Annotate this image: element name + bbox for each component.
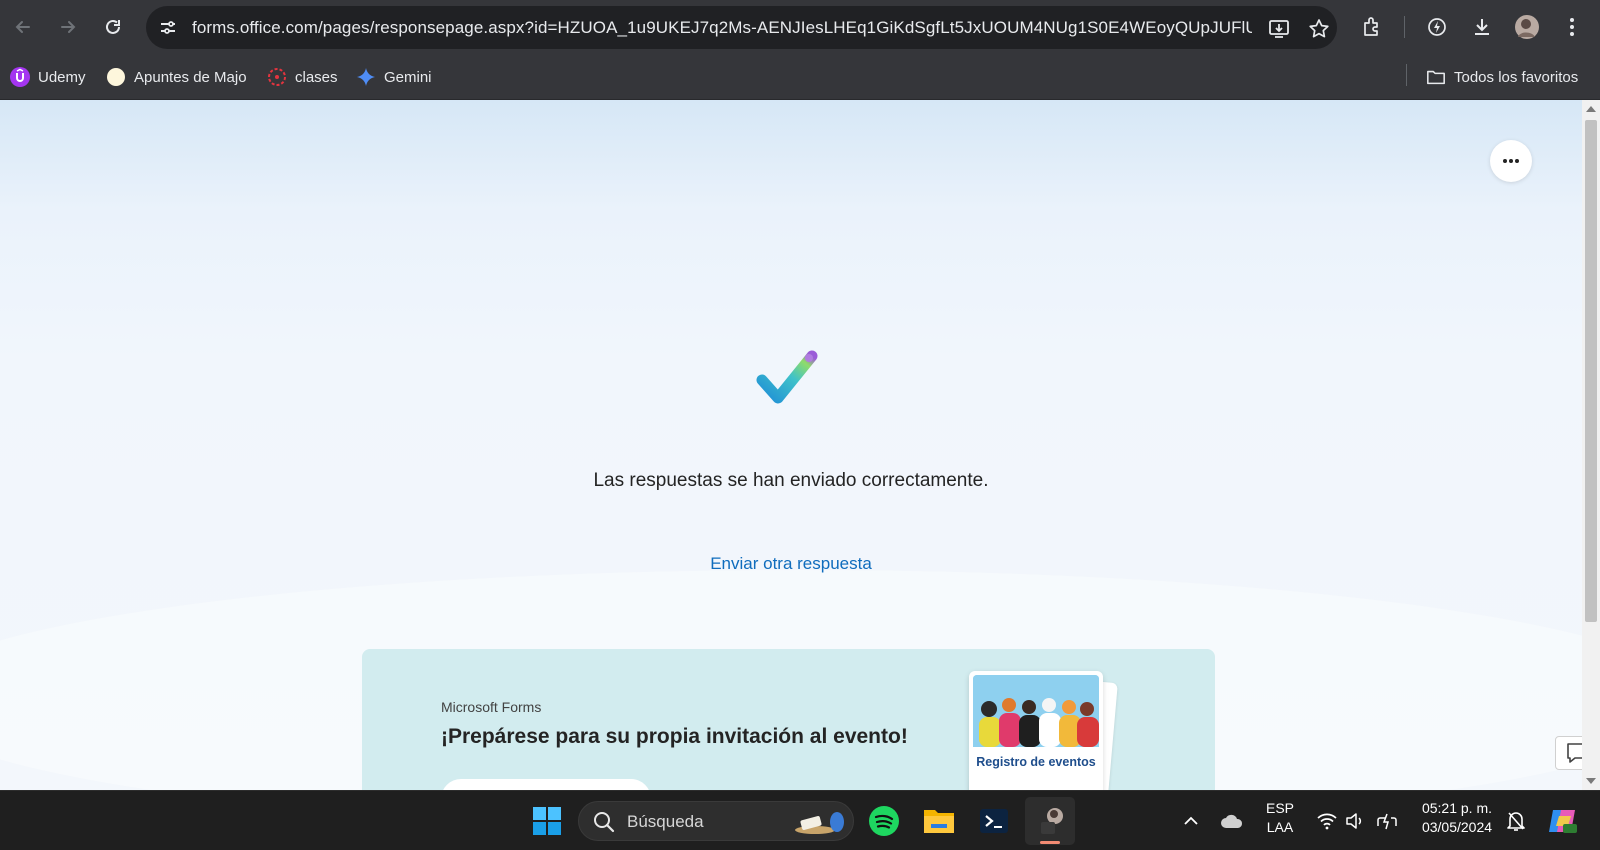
scrollbar-thumb[interactable] — [1585, 120, 1597, 622]
promo-banner: Microsoft Forms ¡Prepárese para su propi… — [362, 649, 1215, 790]
back-button[interactable] — [8, 12, 38, 42]
onedrive-icon[interactable] — [1212, 801, 1252, 841]
promo-headline: ¡Prepárese para su propia invitación al … — [441, 725, 908, 748]
card-title: Registro de eventos — [976, 755, 1096, 769]
address-bar[interactable]: forms.office.com/pages/responsepage.aspx… — [146, 6, 1337, 49]
language-code: ESP — [1265, 800, 1294, 816]
bookmark-clases[interactable]: clases — [267, 63, 338, 91]
file-explorer-icon[interactable] — [919, 801, 959, 841]
circle-icon — [106, 67, 126, 87]
windows-taskbar: Búsqueda ESP LAA 05:21 p. m. 03/05/2024 — [0, 790, 1600, 850]
star-icon[interactable] — [1306, 16, 1332, 42]
bookmark-udemy[interactable]: Udemy — [10, 63, 86, 91]
chrome-profile-taskbar-icon[interactable] — [1030, 801, 1070, 841]
install-app-icon[interactable] — [1266, 16, 1292, 42]
terminal-icon[interactable] — [974, 801, 1014, 841]
bookmarks-bar: Udemy Apuntes de Majo clases Gemini Todo… — [0, 55, 1600, 100]
udemy-icon — [10, 67, 30, 87]
bookmark-gemini[interactable]: Gemini — [356, 63, 432, 91]
clock-date: 03/05/2024 — [1421, 819, 1493, 835]
language-indicator[interactable]: ESP LAA — [1262, 799, 1298, 837]
forms-response-page: Las respuestas se han enviado correctame… — [0, 100, 1582, 790]
download-icon[interactable] — [1467, 12, 1497, 42]
active-app-indicator — [1040, 841, 1060, 844]
bookmark-label: Udemy — [38, 68, 86, 86]
more-options-button[interactable] — [1490, 140, 1532, 182]
url-text[interactable]: forms.office.com/pages/responsepage.aspx… — [192, 18, 1252, 38]
windows-logo-icon — [533, 807, 561, 835]
scroll-up-arrow[interactable] — [1586, 106, 1596, 112]
profile-avatar[interactable] — [1512, 12, 1542, 42]
page-scrollbar[interactable] — [1582, 100, 1600, 790]
send-another-response-link[interactable]: Enviar otra respuesta — [0, 554, 1582, 574]
promo-cta-button[interactable] — [441, 779, 651, 790]
reload-icon — [106, 19, 120, 34]
event-registration-card: Registro de eventos — [969, 671, 1103, 790]
battery-icon[interactable] — [1367, 801, 1407, 841]
clases-icon — [267, 67, 287, 87]
arrow-right-icon — [61, 21, 76, 33]
more-dots-icon — [1503, 159, 1519, 163]
performance-icon[interactable] — [1422, 12, 1452, 42]
chevron-up-icon[interactable] — [1171, 801, 1211, 841]
gemini-icon — [356, 67, 376, 87]
success-message: Las respuestas se han enviado correctame… — [593, 470, 989, 491]
search-placeholder: Búsqueda — [627, 812, 704, 831]
reload-button[interactable] — [98, 12, 128, 42]
taskbar-search[interactable]: Búsqueda — [578, 801, 854, 841]
search-icon — [594, 812, 615, 833]
forward-button[interactable] — [53, 12, 83, 42]
site-info-icon[interactable] — [156, 16, 180, 40]
toolbar-divider — [1404, 16, 1405, 38]
bookmark-label: Apuntes de Majo — [134, 68, 247, 86]
keyboard-layout: LAA — [1266, 819, 1294, 835]
bookmark-label: Gemini — [384, 68, 432, 86]
clock[interactable]: 05:21 p. m. 03/05/2024 — [1412, 799, 1502, 837]
checkmark-icon — [756, 350, 818, 404]
promo-brand: Microsoft Forms — [441, 699, 542, 715]
clock-time: 05:21 p. m. — [1421, 800, 1493, 816]
all-bookmarks-button[interactable]: Todos los favoritos — [1426, 63, 1578, 91]
start-button[interactable] — [527, 801, 567, 841]
chat-bubble-icon — [1567, 743, 1582, 763]
menu-dots-icon[interactable] — [1557, 12, 1587, 42]
bookmark-apuntes[interactable]: Apuntes de Majo — [106, 63, 247, 91]
extensions-icon[interactable] — [1357, 12, 1387, 42]
copilot-icon[interactable] — [1543, 801, 1583, 841]
all-bookmarks-label: Todos los favoritos — [1454, 68, 1579, 86]
people-illustration — [973, 675, 1099, 747]
notification-bell-icon[interactable] — [1496, 801, 1536, 841]
browser-toolbar: forms.office.com/pages/responsepage.aspx… — [0, 0, 1600, 55]
folder-icon — [1426, 67, 1446, 87]
feedback-button[interactable] — [1555, 736, 1582, 770]
scroll-down-arrow[interactable] — [1586, 778, 1596, 784]
bookmarks-divider — [1406, 64, 1407, 86]
spotify-icon[interactable] — [864, 801, 904, 841]
search-highlight-art — [795, 812, 844, 834]
arrow-left-icon — [15, 21, 30, 33]
bookmark-label: clases — [295, 68, 338, 86]
